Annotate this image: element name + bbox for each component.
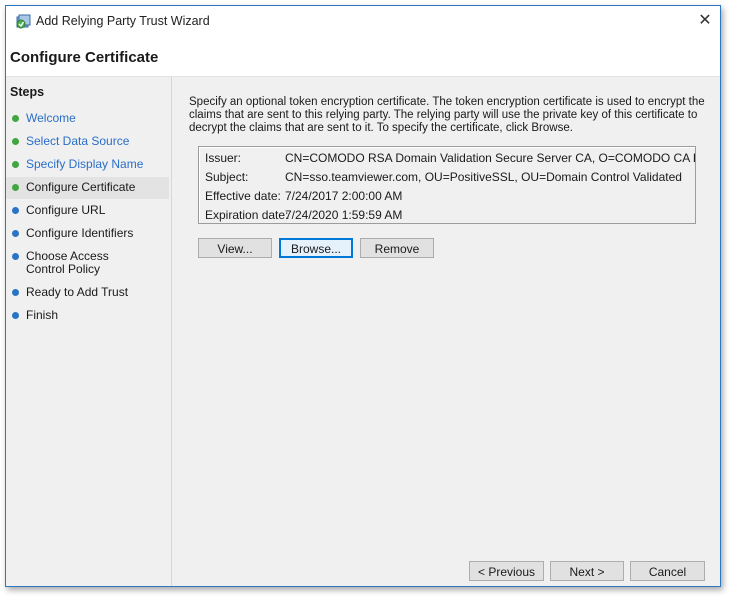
issuer-label: Issuer:	[205, 151, 242, 165]
step-ready-to-add-trust: Ready to Add Trust	[6, 282, 169, 304]
step-choose-access-control-policy: Choose Access Control Policy	[6, 246, 169, 280]
browse-button[interactable]: Browse...	[279, 238, 353, 258]
step-status-dot-icon	[12, 115, 19, 122]
step-finish: Finish	[6, 305, 169, 327]
step-status-dot-icon	[12, 253, 19, 260]
step-welcome[interactable]: Welcome	[6, 108, 169, 130]
effective-date-value: 7/24/2017 2:00:00 AM	[285, 189, 403, 203]
view-button[interactable]: View...	[198, 238, 272, 258]
step-label: Finish	[26, 308, 59, 322]
step-status-dot-icon	[12, 289, 19, 296]
step-status-dot-icon	[12, 184, 19, 191]
step-configure-identifiers: Configure Identifiers	[6, 223, 169, 245]
step-label: Specify Display Name	[26, 157, 144, 171]
previous-button[interactable]: < Previous	[469, 561, 544, 581]
step-status-dot-icon	[12, 230, 19, 237]
subject-label: Subject:	[205, 170, 249, 184]
step-label: Select Data Source	[26, 134, 130, 148]
wizard-window: Add Relying Party Trust Wizard ✕ Configu…	[5, 5, 721, 587]
window-title: Add Relying Party Trust Wizard	[36, 14, 210, 28]
close-button[interactable]: ✕	[690, 6, 720, 36]
step-configure-url: Configure URL	[6, 200, 169, 222]
remove-button[interactable]: Remove	[360, 238, 434, 258]
steps-sidebar: Steps Welcome Select Data Source Specify…	[6, 77, 172, 586]
next-button[interactable]: Next >	[550, 561, 624, 581]
main-content: Specify an optional token encryption cer…	[172, 77, 720, 586]
page-title: Configure Certificate	[10, 49, 159, 66]
page-header: Configure Certificate	[6, 36, 720, 77]
step-label: Ready to Add Trust	[26, 285, 129, 299]
step-select-data-source[interactable]: Select Data Source	[6, 131, 169, 153]
subject-value: CN=sso.teamviewer.com, OU=PositiveSSL, O…	[285, 170, 682, 184]
step-status-dot-icon	[12, 161, 19, 168]
step-label: Configure Certificate	[26, 180, 136, 194]
step-label: Welcome	[26, 111, 76, 125]
step-label: Configure URL	[26, 203, 106, 217]
steps-title: Steps	[10, 85, 45, 99]
step-specify-display-name[interactable]: Specify Display Name	[6, 154, 169, 176]
effective-date-label: Effective date:	[205, 189, 281, 203]
step-status-dot-icon	[12, 312, 19, 319]
step-status-dot-icon	[12, 138, 19, 145]
cancel-button[interactable]: Cancel	[630, 561, 705, 581]
step-label: Choose Access Control Policy	[26, 249, 109, 276]
wizard-footer: < Previous Next > Cancel	[172, 557, 720, 586]
expiration-date-label: Expiration date:	[205, 208, 289, 222]
step-configure-certificate[interactable]: Configure Certificate	[6, 177, 169, 199]
certificate-details: Issuer: CN=COMODO RSA Domain Validation …	[198, 146, 696, 224]
expiration-date-value: 7/24/2020 1:59:59 AM	[285, 208, 403, 222]
step-label: Configure Identifiers	[26, 226, 134, 240]
issuer-value: CN=COMODO RSA Domain Validation Secure S…	[285, 151, 695, 165]
step-status-dot-icon	[12, 207, 19, 214]
title-bar: Add Relying Party Trust Wizard ✕	[6, 6, 720, 36]
description-text: Specify an optional token encryption cer…	[189, 96, 705, 134]
server-app-icon	[16, 14, 31, 29]
